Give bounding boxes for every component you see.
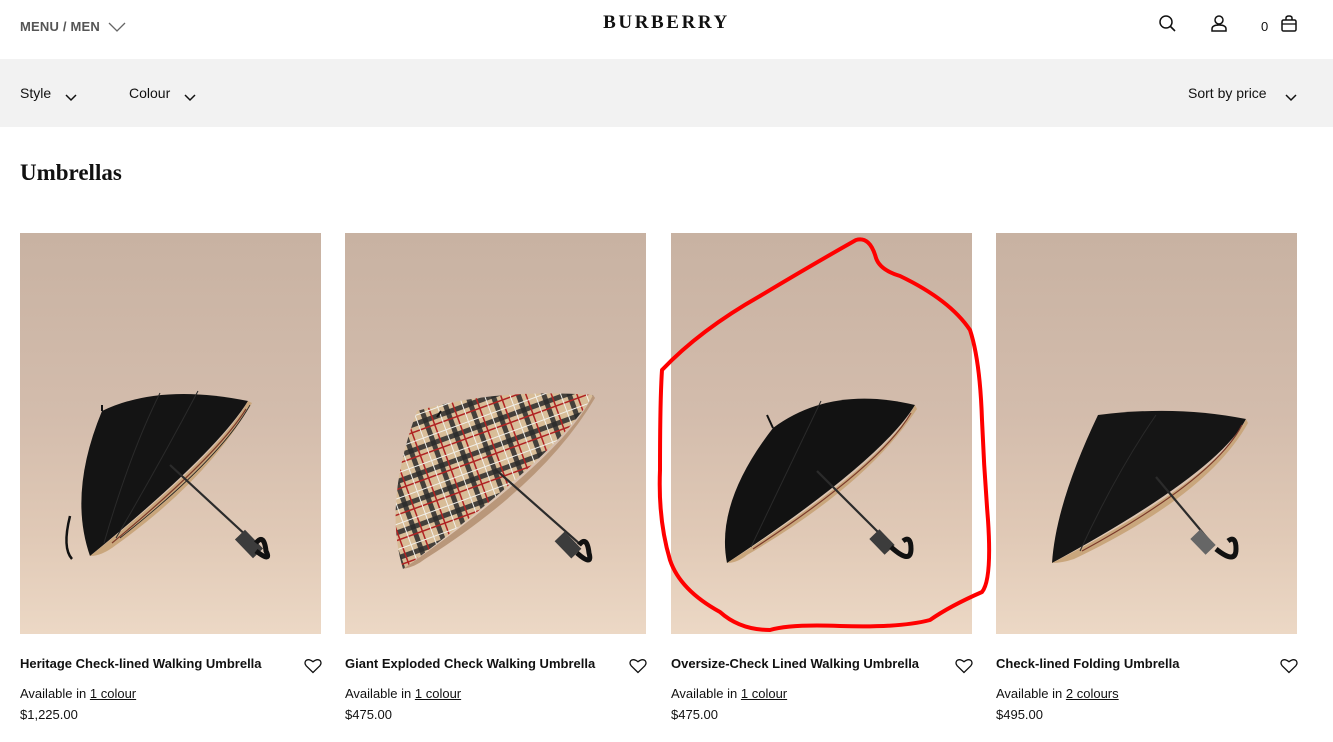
bag-icon[interactable] bbox=[1279, 14, 1299, 34]
product-card: Check-lined Folding Umbrella Available i… bbox=[996, 233, 1298, 722]
product-price: $495.00 bbox=[996, 707, 1043, 722]
product-card: Giant Exploded Check Walking Umbrella Av… bbox=[345, 233, 647, 722]
style-filter-label: Style bbox=[20, 85, 52, 101]
search-icon[interactable] bbox=[1158, 14, 1178, 34]
colour-count-link[interactable]: 1 colour bbox=[741, 686, 787, 701]
brand-logo: BURBERRY bbox=[0, 12, 1333, 34]
availability-prefix: Available in bbox=[996, 686, 1063, 701]
chevron-down-icon bbox=[184, 89, 196, 102]
product-card: Heritage Check-lined Walking Umbrella Av… bbox=[20, 233, 322, 722]
availability: Available in 1 colour bbox=[20, 686, 136, 701]
page-title: Umbrellas bbox=[20, 160, 122, 185]
product-price: $1,225.00 bbox=[20, 707, 78, 722]
sort-label: Sort by price bbox=[1188, 85, 1267, 101]
availability: Available in 2 colours bbox=[996, 686, 1119, 701]
colour-count-link[interactable]: 1 colour bbox=[415, 686, 461, 701]
site-header: MENU / MEN BURBERRY 0 bbox=[0, 0, 1333, 59]
colour-filter-label: Colour bbox=[129, 85, 171, 101]
product-name[interactable]: Heritage Check-lined Walking Umbrella bbox=[20, 656, 262, 671]
style-filter-dropdown[interactable]: Style bbox=[20, 85, 77, 102]
heart-icon[interactable] bbox=[955, 658, 973, 674]
colour-count-link[interactable]: 1 colour bbox=[90, 686, 136, 701]
bag-count: 0 bbox=[1261, 19, 1269, 34]
availability-prefix: Available in bbox=[20, 686, 87, 701]
product-image[interactable] bbox=[996, 233, 1297, 634]
availability: Available in 1 colour bbox=[345, 686, 461, 701]
availability-prefix: Available in bbox=[345, 686, 412, 701]
product-price: $475.00 bbox=[345, 707, 392, 722]
heart-icon[interactable] bbox=[629, 658, 647, 674]
product-name[interactable]: Giant Exploded Check Walking Umbrella bbox=[345, 656, 595, 671]
product-price: $475.00 bbox=[671, 707, 718, 722]
account-icon[interactable] bbox=[1209, 14, 1229, 34]
colour-filter-dropdown[interactable]: Colour bbox=[129, 85, 196, 102]
product-name[interactable]: Check-lined Folding Umbrella bbox=[996, 656, 1179, 671]
availability: Available in 1 colour bbox=[671, 686, 787, 701]
colour-count-link[interactable]: 2 colours bbox=[1066, 686, 1119, 701]
product-card: Oversize-Check Lined Walking Umbrella Av… bbox=[671, 233, 973, 722]
product-image[interactable] bbox=[671, 233, 972, 634]
logo-link[interactable]: BURBERRY bbox=[603, 12, 730, 33]
product-name[interactable]: Oversize-Check Lined Walking Umbrella bbox=[671, 656, 919, 671]
sort-dropdown[interactable]: Sort by price bbox=[1188, 85, 1297, 102]
chevron-down-icon bbox=[1285, 89, 1297, 102]
heart-icon[interactable] bbox=[304, 658, 322, 674]
heart-icon[interactable] bbox=[1280, 658, 1298, 674]
chevron-down-icon bbox=[65, 89, 77, 102]
filter-bar: Style Colour Sort by price bbox=[0, 59, 1333, 127]
availability-prefix: Available in bbox=[671, 686, 738, 701]
product-image[interactable] bbox=[20, 233, 321, 634]
product-image[interactable] bbox=[345, 233, 646, 634]
